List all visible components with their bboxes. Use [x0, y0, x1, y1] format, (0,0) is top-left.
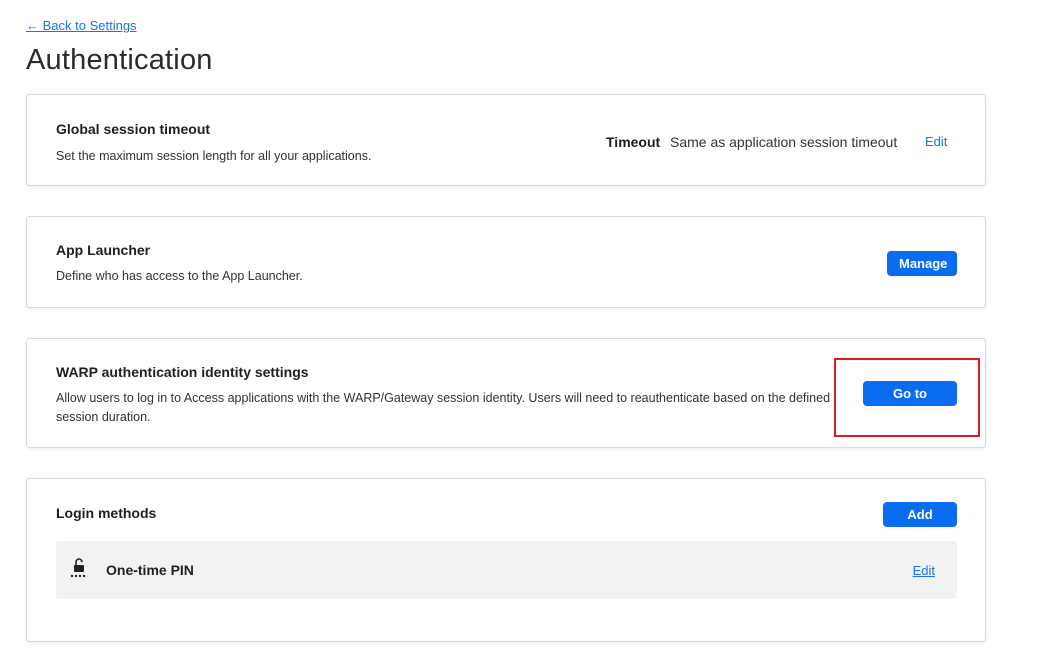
app-launcher-title: App Launcher: [56, 242, 151, 258]
login-method-edit-link[interactable]: Edit: [913, 563, 935, 578]
timeout-edit-link[interactable]: Edit: [925, 134, 947, 149]
manage-button[interactable]: Manage: [887, 251, 957, 276]
login-methods-card: Login methods Add new One-time PIN Edit: [26, 478, 986, 642]
app-launcher-description: Define who has access to the App Launche…: [56, 269, 303, 283]
login-method-row: One-time PIN Edit: [56, 541, 957, 599]
warp-description-line2: session duration.: [56, 410, 151, 424]
warp-description-line1: Allow users to log in to Access applicat…: [56, 391, 831, 405]
session-timeout-title: Global session timeout: [56, 121, 211, 137]
login-method-name: One-time PIN: [106, 562, 194, 578]
session-timeout-description: Set the maximum session length for all y…: [56, 149, 372, 163]
timeout-value: Same as application session timeout: [670, 134, 898, 150]
authentication-page: ← Back to Settings Authentication Global…: [0, 0, 1062, 662]
session-timeout-card: Global session timeout Set the maximum s…: [26, 94, 986, 186]
timeout-label: Timeout: [606, 134, 661, 150]
page-title: Authentication: [26, 44, 213, 76]
add-new-button[interactable]: Add new: [883, 502, 957, 547]
back-to-settings-link[interactable]: ← Back to Settings: [26, 18, 137, 33]
login-methods-title: Login methods: [56, 505, 157, 521]
app-launcher-card: App Launcher Define who has access to th…: [26, 216, 986, 308]
warp-title: WARP authentication identity settings: [56, 364, 309, 380]
unlock-pin-icon: [70, 557, 90, 579]
highlight-box: [834, 358, 980, 437]
